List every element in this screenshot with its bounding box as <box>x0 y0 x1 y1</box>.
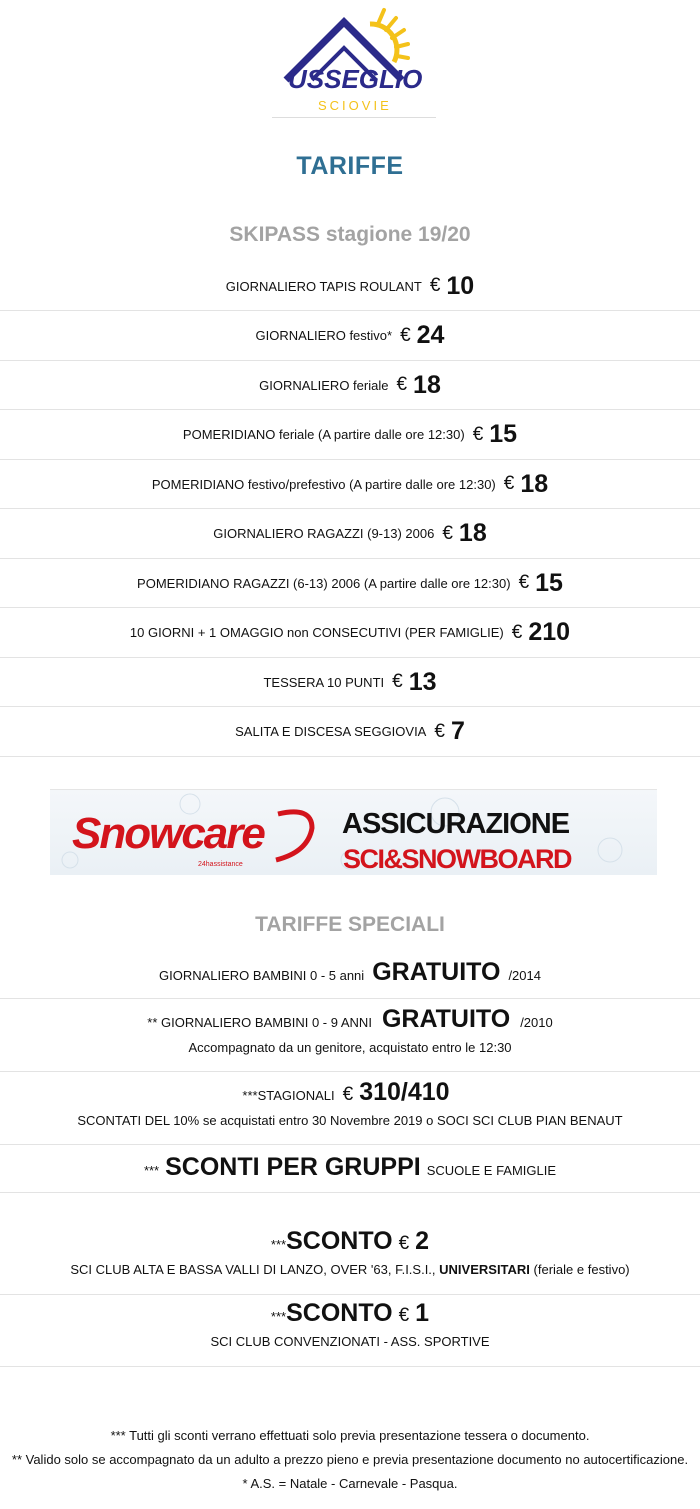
footnote: * A.S. = Natale - Carnevale - Pasqua. <box>242 1476 458 1491</box>
page-title: TARIFFE <box>296 152 404 180</box>
euro-sign: € <box>429 275 441 296</box>
euro-sign: € <box>400 324 411 346</box>
euro-sign: € <box>518 572 530 593</box>
skipass-row-label: GIORNALIERO feriale <box>259 377 389 393</box>
row-highlight: SCONTI PER GRUPPI <box>165 1153 421 1181</box>
usseglio-logo[interactable]: USSEGLIO SCIOVIE <box>272 0 436 118</box>
snowcare-tagline: 24hassistance <box>198 861 243 868</box>
skipass-section-title: SKIPASS stagione 19/20 <box>229 223 471 246</box>
skipass-row-label: GIORNALIERO TAPIS ROULANT <box>225 278 422 294</box>
banner-line1: ASSICURAZIONE <box>342 808 570 840</box>
skipass-row: POMERIDIANO festivo/prefestivo (A partir… <box>0 460 700 509</box>
banner-line2: SCI&SNOWBOARD <box>343 844 572 874</box>
skipass-row-label: POMERIDIANO feriale (A partire dalle ore… <box>182 427 465 442</box>
special-row-sconto-1: *** SCONTO € 1 SCI CLUB CONVENZIONATI - … <box>0 1295 700 1367</box>
logo-subtitle: SCIOVIE <box>318 98 392 113</box>
skipass-row-price: 18 <box>520 469 549 498</box>
row-prefix: GIORNALIERO BAMBINI 0 - 5 anni <box>159 968 365 983</box>
euro-sign: € <box>342 1084 354 1105</box>
euro-sign: € <box>434 720 445 742</box>
skipass-row-price: 210 <box>528 618 571 646</box>
special-section-title: TARIFFE SPECIALI <box>255 913 445 936</box>
skipass-row-price: 10 <box>446 271 475 300</box>
snowcare-banner-graphic: Snowcare 24hassistance ASSICURAZIONE SCI… <box>61 793 623 874</box>
row-prefix: ***STAGIONALI <box>242 1088 335 1103</box>
skipass-row: POMERIDIANO feriale (A partire dalle ore… <box>0 410 700 460</box>
skipass-row-label: POMERIDIANO festivo/prefestivo (A partir… <box>151 476 496 492</box>
row-prefix: *** <box>270 1309 287 1324</box>
euro-sign: € <box>398 1305 410 1326</box>
row-note: SCI CLUB CONVENZIONATI - ASS. SPORTIVE <box>210 1334 490 1349</box>
skipass-row-price: 18 <box>458 519 487 547</box>
special-row-gruppi: *** SCONTI PER GRUPPI SCUOLE E FAMIGLIE <box>0 1145 700 1193</box>
row-prefix: *** <box>270 1237 287 1252</box>
skipass-row-label: TESSERA 10 PUNTI <box>263 674 385 690</box>
special-row-stagionali: ***STAGIONALI € 310/410 SCONTATI DEL 10%… <box>0 1072 700 1145</box>
discount-amount: 1 <box>415 1299 430 1327</box>
row-suffix: SCUOLE E FAMIGLIE <box>426 1163 557 1178</box>
special-row-bambini-5: GIORNALIERO BAMBINI 0 - 5 anni GRATUITO … <box>0 950 700 999</box>
skipass-row: GIORNALIERO festivo* € 24 <box>0 311 700 361</box>
euro-sign: € <box>472 423 484 445</box>
skipass-row: GIORNALIERO RAGAZZI (9-13) 2006 € 18 <box>0 509 700 559</box>
skipass-row-label: POMERIDIANO RAGAZZI (6-13) 2006 (A parti… <box>137 575 511 591</box>
note-part: (feriale e festivo) <box>529 1262 630 1277</box>
row-prefix: *** <box>143 1163 160 1178</box>
skipass-row: GIORNALIERO TAPIS ROULANT € 10 <box>0 262 700 311</box>
row-highlight: SCONTO <box>286 1299 393 1327</box>
footnotes: *** Tutti gli sconti verrano effettuati … <box>0 1424 700 1496</box>
skipass-row: 10 GIORNI + 1 OMAGGIO non CONSECUTIVI (P… <box>0 608 700 658</box>
snowcare-insurance-banner[interactable]: Snowcare 24hassistance ASSICURAZIONE SCI… <box>50 789 657 875</box>
euro-sign: € <box>442 522 453 544</box>
logo-graphic: USSEGLIO SCIOVIE <box>283 8 422 113</box>
row-highlight: 310/410 <box>359 1078 450 1106</box>
row-prefix: ** GIORNALIERO BAMBINI 0 - 9 ANNI <box>147 1015 372 1030</box>
row-note: SCONTATI DEL 10% se acquistati entro 30 … <box>77 1113 623 1128</box>
row-suffix: /2014 <box>508 968 541 983</box>
row-highlight: GRATUITO <box>372 958 501 986</box>
skipass-row: TESSERA 10 PUNTI € 13 <box>0 658 700 707</box>
row-highlight: GRATUITO <box>381 1005 511 1033</box>
skipass-row: POMERIDIANO RAGAZZI (6-13) 2006 (A parti… <box>0 559 700 608</box>
row-suffix: /2010 <box>520 1015 553 1030</box>
skipass-row-price: 7 <box>450 717 465 745</box>
skipass-row-price: 13 <box>408 667 437 696</box>
skipass-row: SALITA E DISCESA SEGGIOVIA € 7 <box>0 707 700 757</box>
skipass-row-label: 10 GIORNI + 1 OMAGGIO non CONSECUTIVI (P… <box>129 625 504 640</box>
skipass-row-price: 15 <box>535 568 563 597</box>
euro-sign: € <box>398 1233 410 1254</box>
skipass-row-label: SALITA E DISCESA SEGGIOVIA <box>235 724 427 739</box>
skipass-row-label: GIORNALIERO RAGAZZI (9-13) 2006 <box>213 526 435 541</box>
note-part: SCI CLUB ALTA E BASSA VALLI DI LANZO, OV… <box>70 1262 440 1277</box>
euro-sign: € <box>503 473 515 494</box>
snowcare-logo-text: Snowcare <box>72 809 265 858</box>
euro-sign: € <box>396 374 408 395</box>
skipass-row-price: 24 <box>416 321 445 349</box>
row-highlight: SCONTO <box>286 1227 393 1255</box>
skipass-row-price: 18 <box>413 370 441 399</box>
euro-sign: € <box>511 621 523 643</box>
special-row-bambini-9: ** GIORNALIERO BAMBINI 0 - 9 ANNI GRATUI… <box>0 999 700 1072</box>
euro-sign: € <box>392 671 403 692</box>
skipass-row-label: GIORNALIERO festivo* <box>255 328 393 343</box>
skipass-row: GIORNALIERO feriale € 18 <box>0 361 700 410</box>
skipass-row-price: 15 <box>489 420 518 448</box>
snowcare-swoosh-icon <box>275 809 315 863</box>
footnote: ** Valido solo se accompagnato da un adu… <box>11 1452 689 1467</box>
row-note: Accompagnato da un genitore, acquistato … <box>188 1040 512 1055</box>
row-note: SCI CLUB ALTA E BASSA VALLI DI LANZO, OV… <box>0 1262 700 1277</box>
footnote: *** Tutti gli sconti verrano effettuati … <box>110 1428 590 1443</box>
special-row-sconto-2: *** SCONTO € 2 SCI CLUB ALTA E BASSA VAL… <box>0 1193 700 1295</box>
logo-wordmark: USSEGLIO <box>288 64 422 94</box>
discount-amount: 2 <box>415 1227 430 1255</box>
note-bold: UNIVERSITARI <box>439 1262 530 1277</box>
